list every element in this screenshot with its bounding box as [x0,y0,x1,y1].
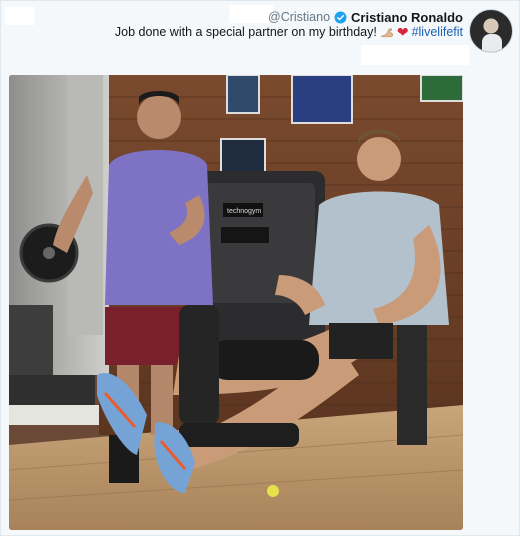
flexed-biceps-emoji-icon [380,28,393,38]
user-display-name[interactable]: Cristiano Ronaldo [351,10,463,25]
redacted-block-top-left [5,7,35,25]
verified-badge-icon [334,11,347,23]
gym-photo-illustration: technogym [9,75,463,530]
red-heart-emoji-icon: ❤ [396,24,409,40]
avatar[interactable] [469,9,513,53]
redacted-block-header [229,5,273,23]
tweet-card: @Cristiano Cristiano Ronaldo Job done wi… [0,0,520,536]
avatar-torso [482,34,502,52]
tweet-header: @Cristiano Cristiano Ronaldo [268,7,463,27]
machine-brand-label: technogym [227,208,261,215]
redacted-block-under-text [361,45,469,65]
tweet-text: Job done with a special partner on my bi… [115,25,463,39]
tweet-photo[interactable]: technogym [9,75,463,530]
hashtag-link[interactable]: #livelifefit [412,25,463,39]
user-handle[interactable]: @Cristiano [268,10,330,24]
tweet-body: Job done with a special partner on my bi… [114,25,377,39]
